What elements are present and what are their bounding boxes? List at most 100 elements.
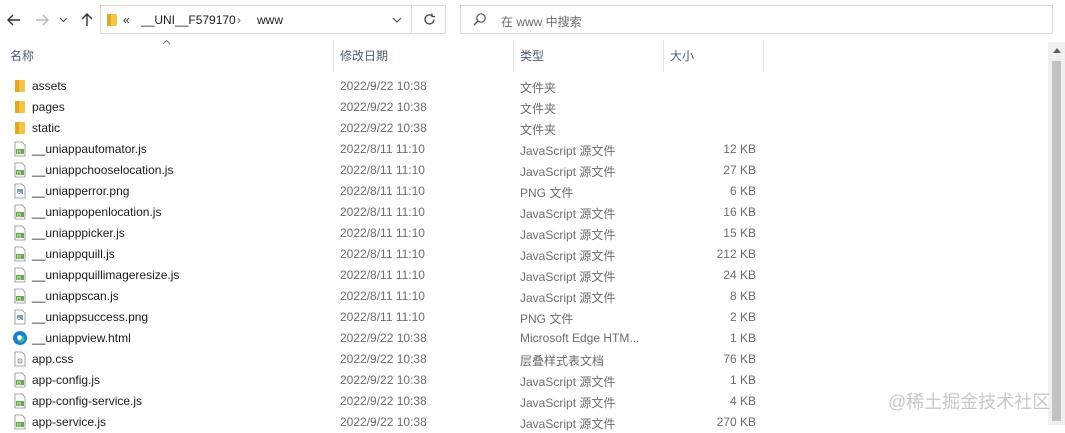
file-size: 270 KB bbox=[716, 415, 756, 429]
file-size: 12 KB bbox=[723, 142, 756, 156]
file-type: JavaScript 源文件 bbox=[520, 417, 616, 431]
js-file-icon: JS bbox=[12, 141, 28, 157]
edge-html-icon bbox=[12, 330, 28, 346]
file-row[interactable]: JS __uniappautomator.js 2022/8/11 11:10 Jav… bbox=[0, 139, 1048, 160]
file-name: __uniappchooselocation.js bbox=[32, 163, 174, 177]
file-type: JavaScript 源文件 bbox=[520, 291, 616, 305]
search-box[interactable]: 在 www 中搜索 bbox=[460, 5, 1053, 34]
file-name: __uniappautomator.js bbox=[32, 142, 147, 156]
search-placeholder: 在 www 中搜索 bbox=[501, 15, 582, 29]
file-type: Microsoft Edge HTM... bbox=[520, 331, 640, 345]
file-type: JavaScript 源文件 bbox=[520, 207, 616, 221]
svg-text:JS: JS bbox=[16, 170, 21, 176]
file-size: 4 KB bbox=[729, 394, 756, 408]
file-modified-date: 2022/8/11 11:10 bbox=[340, 142, 425, 156]
file-name: app-config-service.js bbox=[32, 394, 143, 408]
file-row[interactable]: JS app-service.js 2022/9/22 10:38 JavaScrip… bbox=[0, 412, 1048, 433]
file-name: app.css bbox=[32, 352, 74, 366]
file-row[interactable]: JS __uniappchooselocation.js 2022/8/11 11:… bbox=[0, 160, 1048, 181]
address-dropdown-icon[interactable] bbox=[383, 6, 411, 33]
file-row[interactable]: __uniapperror.png 2022/8/11 11:10 PNG 文件 6 … bbox=[0, 181, 1048, 202]
svg-text:JS: JS bbox=[16, 296, 21, 302]
js-file-icon: JS bbox=[12, 204, 28, 220]
js-file-icon: JS bbox=[12, 267, 28, 283]
forward-arrow-icon[interactable] bbox=[32, 10, 52, 30]
file-type: JavaScript 源文件 bbox=[520, 249, 616, 263]
file-type: PNG 文件 bbox=[520, 186, 574, 200]
file-type: JavaScript 源文件 bbox=[520, 270, 616, 284]
svg-text:JS: JS bbox=[16, 233, 21, 239]
file-modified-date: 2022/8/11 11:10 bbox=[340, 247, 425, 261]
file-modified-date: 2022/9/22 10:38 bbox=[340, 79, 427, 93]
file-modified-date: 2022/9/22 10:38 bbox=[340, 121, 427, 135]
js-file-icon: JS bbox=[12, 162, 28, 178]
column-header-row: 名称 修改日期 类型 大小 bbox=[0, 39, 1050, 72]
file-size: 1 KB bbox=[729, 331, 756, 345]
back-arrow-icon[interactable] bbox=[4, 10, 24, 30]
file-name: __uniapperror.png bbox=[32, 184, 130, 198]
vertical-scrollbar[interactable] bbox=[1048, 42, 1065, 425]
breadcrumb-overflow[interactable]: « bbox=[123, 13, 130, 27]
recent-locations-chevron-icon[interactable] bbox=[56, 10, 70, 30]
file-row[interactable]: JS __uniappscan.js 2022/8/11 11:10 JavaScri… bbox=[0, 286, 1048, 307]
column-header-type[interactable]: 类型 bbox=[514, 40, 664, 72]
file-name: pages bbox=[32, 100, 65, 114]
file-name: __uniappquillimageresize.js bbox=[32, 268, 180, 282]
column-header-size[interactable]: 大小 bbox=[664, 40, 764, 72]
svg-text:JS: JS bbox=[16, 380, 21, 386]
file-name: __uniapppicker.js bbox=[32, 226, 125, 240]
file-row[interactable]: JS __uniappopenlocation.js 2022/8/11 11:10… bbox=[0, 202, 1048, 223]
png-file-icon bbox=[12, 309, 28, 325]
breadcrumb-parent[interactable]: __UNI__F579170 bbox=[141, 13, 236, 27]
file-modified-date: 2022/8/11 11:10 bbox=[340, 226, 425, 240]
breadcrumb-current[interactable]: www bbox=[257, 13, 283, 27]
scrollbar-thumb[interactable] bbox=[1052, 61, 1061, 421]
svg-text:JS: JS bbox=[16, 275, 21, 281]
css-file-icon bbox=[12, 351, 28, 367]
svg-text:JS: JS bbox=[16, 401, 21, 407]
refresh-icon[interactable] bbox=[413, 5, 446, 34]
file-size: 27 KB bbox=[723, 163, 756, 177]
file-size: 212 KB bbox=[716, 247, 756, 261]
file-row[interactable]: assets 2022/9/22 10:38 文件夹 bbox=[0, 76, 1048, 97]
js-file-icon: JS bbox=[12, 372, 28, 388]
js-file-icon: JS bbox=[12, 414, 28, 430]
file-row[interactable]: JS __uniappquillimageresize.js 2022/8/11 1… bbox=[0, 265, 1048, 286]
file-type: JavaScript 源文件 bbox=[520, 396, 616, 410]
file-modified-date: 2022/9/22 10:38 bbox=[340, 352, 427, 366]
file-modified-date: 2022/8/11 11:10 bbox=[340, 205, 425, 219]
js-file-icon: JS bbox=[12, 246, 28, 262]
file-row[interactable]: app.css 2022/9/22 10:38 层叠样式表文档 76 KB bbox=[0, 349, 1048, 370]
file-name: __uniappscan.js bbox=[32, 289, 119, 303]
file-row[interactable]: JS __uniapppicker.js 2022/8/11 11:10 JavaSc… bbox=[0, 223, 1048, 244]
scroll-up-icon[interactable] bbox=[1048, 42, 1065, 59]
file-row[interactable]: static 2022/9/22 10:38 文件夹 bbox=[0, 118, 1048, 139]
file-modified-date: 2022/9/22 10:38 bbox=[340, 331, 427, 345]
folder-icon bbox=[12, 99, 28, 115]
file-size: 16 KB bbox=[723, 205, 756, 219]
file-name: __uniappquill.js bbox=[32, 247, 115, 261]
file-name: __uniappview.html bbox=[32, 331, 131, 345]
folder-icon bbox=[12, 120, 28, 136]
file-name: assets bbox=[32, 79, 67, 93]
svg-text:JS: JS bbox=[16, 254, 21, 260]
breadcrumb-separator[interactable]: › bbox=[237, 13, 241, 27]
address-bar[interactable]: « __UNI__F579170 › www bbox=[100, 5, 412, 34]
file-row[interactable]: pages 2022/9/22 10:38 文件夹 bbox=[0, 97, 1048, 118]
column-header-date[interactable]: 修改日期 bbox=[334, 40, 514, 72]
up-arrow-icon[interactable] bbox=[77, 10, 97, 30]
file-modified-date: 2022/8/11 11:10 bbox=[340, 184, 425, 198]
file-modified-date: 2022/9/22 10:38 bbox=[340, 415, 427, 429]
svg-text:JS: JS bbox=[16, 149, 21, 155]
js-file-icon: JS bbox=[12, 288, 28, 304]
file-row[interactable]: __uniappview.html 2022/9/22 10:38 Microsof… bbox=[0, 328, 1048, 349]
file-row[interactable]: __uniappsuccess.png 2022/8/11 11:10 PNG 文件… bbox=[0, 307, 1048, 328]
column-header-name[interactable]: 名称 bbox=[0, 40, 334, 72]
file-size: 24 KB bbox=[723, 268, 756, 282]
file-name: __uniappopenlocation.js bbox=[32, 205, 162, 219]
file-row[interactable]: JS __uniappquill.js 2022/8/11 11:10 JavaScr… bbox=[0, 244, 1048, 265]
file-size: 2 KB bbox=[729, 310, 756, 324]
svg-text:JS: JS bbox=[16, 422, 21, 428]
file-size: 8 KB bbox=[729, 289, 756, 303]
file-modified-date: 2022/8/11 11:10 bbox=[340, 268, 425, 282]
